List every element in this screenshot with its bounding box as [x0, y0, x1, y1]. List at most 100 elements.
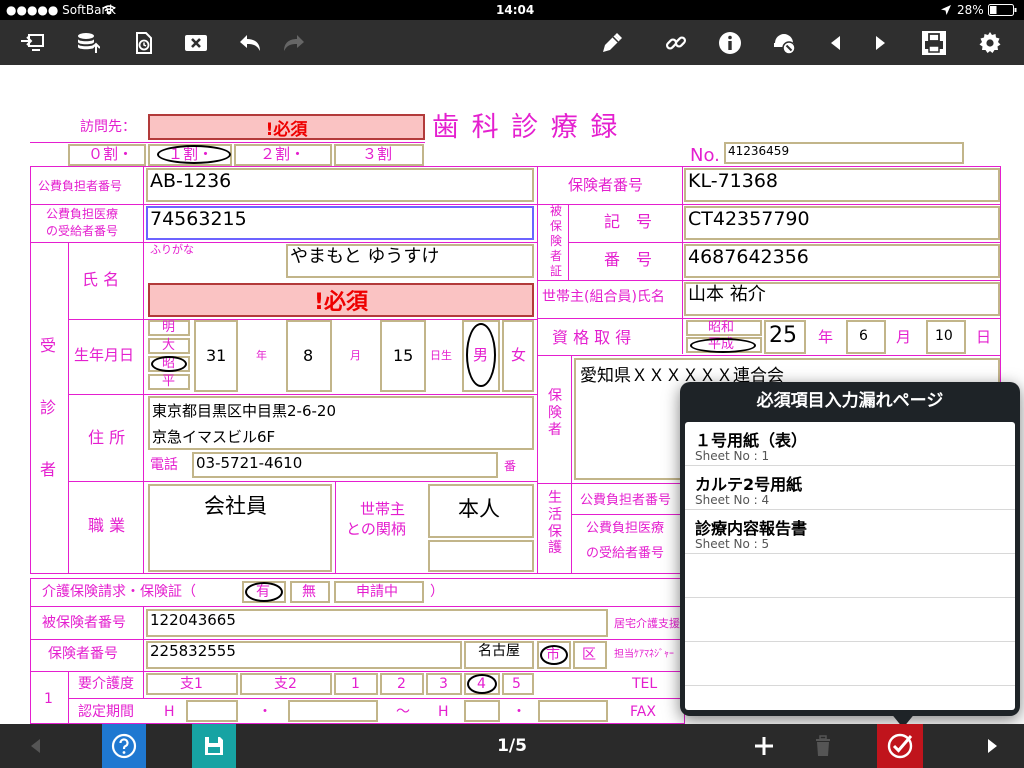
- list-item-title: １号用紙（表）: [695, 431, 808, 450]
- name-field-required[interactable]: !必須: [148, 283, 534, 317]
- visit-field-required[interactable]: !必須: [148, 114, 425, 140]
- previous-icon[interactable]: [816, 20, 856, 65]
- trash-icon: [816, 735, 830, 756]
- pen-icon[interactable]: [592, 20, 632, 65]
- cert-end-year[interactable]: [464, 700, 500, 722]
- ratio-3: ３割: [362, 145, 393, 163]
- status-bar: ●●●●● SoftBank 14:04 28%: [0, 0, 1024, 20]
- row-line: [68, 481, 537, 482]
- qual-era-showa-label: 昭和: [708, 320, 735, 335]
- patient-char-3: 者: [40, 460, 57, 479]
- furigana-label: ふりがな: [150, 243, 194, 256]
- col-line: [68, 242, 69, 574]
- empty-row: [685, 598, 1015, 642]
- address-label: 住 所: [88, 428, 126, 447]
- city-shi-circle: [540, 645, 568, 665]
- database-upload-icon[interactable]: [68, 20, 108, 65]
- row-line: [537, 204, 1001, 205]
- row-line: [30, 242, 537, 243]
- public-recipient-label-1: 公費負担医療: [46, 207, 119, 221]
- import-icon[interactable]: [12, 20, 52, 65]
- year-label: 年: [256, 349, 267, 362]
- cert-start-year[interactable]: [186, 700, 238, 722]
- care-level-2-label: 2: [397, 676, 406, 692]
- cert-h-end: H: [438, 704, 449, 720]
- col-line: [571, 355, 572, 483]
- care-option-no-label: 無: [302, 584, 316, 600]
- care-level-1-label: 1: [351, 676, 360, 692]
- care-yes-circle: [245, 582, 283, 602]
- insurer-no-label: 保険者番号: [568, 176, 644, 194]
- qual-month-label: 月: [896, 328, 912, 346]
- check-required-button[interactable]: [877, 724, 923, 768]
- job-value: 会社員: [204, 494, 267, 518]
- check-icon: [887, 733, 913, 759]
- list-item[interactable]: １号用紙（表） Sheet No : 1: [685, 422, 1015, 466]
- dob-day: 15: [393, 346, 414, 365]
- list-item-subtitle: Sheet No : 4: [695, 493, 770, 507]
- list-item-title: 診療内容報告書: [695, 519, 808, 538]
- era-meiji-label: 明: [162, 320, 176, 335]
- history-icon[interactable]: [124, 20, 164, 65]
- print-icon[interactable]: [914, 20, 954, 65]
- settings-icon[interactable]: [970, 20, 1010, 65]
- info-icon[interactable]: [710, 20, 750, 65]
- cert-dot-1: ・: [258, 704, 272, 720]
- visit-underline: [30, 142, 425, 143]
- cert-start-date[interactable]: [288, 700, 378, 722]
- relation-extra-field[interactable]: [428, 540, 534, 572]
- stamp-icon[interactable]: [764, 20, 804, 65]
- visit-label: 訪問先：: [80, 119, 136, 135]
- no-label: No.: [690, 145, 720, 166]
- bottom-toolbar: 1/5: [0, 724, 1024, 768]
- ratio-1-circle: [157, 145, 231, 164]
- row-number: 1: [44, 691, 53, 707]
- ban-label: 番: [504, 459, 517, 473]
- row-line: [537, 318, 1001, 319]
- welfare-recipient-label-1: 公費負担医療: [586, 521, 665, 536]
- care-close: ）: [430, 584, 444, 600]
- job-label: 職 業: [88, 516, 126, 535]
- care-level-3-label: 3: [439, 676, 448, 692]
- redo-icon[interactable]: [274, 20, 314, 65]
- list-item[interactable]: 診療内容報告書 Sheet No : 5: [685, 510, 1015, 554]
- carrier: ●●●●● SoftBank: [6, 3, 116, 17]
- list-item-subtitle: Sheet No : 5: [695, 537, 770, 551]
- page-indicator: 1/5: [497, 736, 527, 756]
- care-home-label: 居宅介護支援: [614, 617, 680, 630]
- cert-end-date[interactable]: [538, 700, 608, 722]
- label-divider: [143, 166, 144, 574]
- clear-icon[interactable]: [176, 20, 216, 65]
- undo-icon[interactable]: [230, 20, 270, 65]
- phone-value: 03-5721-4610: [196, 454, 303, 472]
- qual-month: 6: [859, 328, 868, 344]
- furigana-value: やまもと ゆうすけ: [290, 246, 440, 267]
- care-level-s2-label: 支2: [274, 676, 297, 692]
- next-icon[interactable]: [860, 20, 900, 65]
- row-line: [537, 355, 1001, 356]
- qual-day-label: 日: [976, 328, 992, 346]
- delete-page-button[interactable]: [808, 724, 838, 768]
- save-button[interactable]: [192, 724, 236, 768]
- page-back-icon[interactable]: [20, 724, 50, 768]
- insured-vertical-label: 被保険者証: [549, 204, 562, 278]
- add-page-button[interactable]: [748, 724, 780, 768]
- city-value: 名古屋: [478, 643, 520, 659]
- city-option-ku-label: 区: [582, 647, 596, 663]
- gender-female-label: 女: [511, 346, 527, 364]
- dob-label: 生年月日: [74, 346, 135, 364]
- dob-year: 31: [206, 346, 227, 365]
- list-item[interactable]: カルテ2号用紙 Sheet No : 4: [685, 466, 1015, 510]
- qual-year-label: 年: [818, 328, 834, 346]
- cert-tilde: ～: [396, 704, 410, 720]
- plus-icon: [755, 737, 773, 755]
- link-icon[interactable]: [656, 20, 696, 65]
- patient-char-2: 診: [40, 398, 57, 417]
- clock: 14:04: [496, 3, 535, 17]
- col-line: [335, 481, 336, 574]
- page-forward-icon[interactable]: [978, 724, 1008, 768]
- row-line: [68, 698, 685, 699]
- welfare-payer-label: 公費負担者番号: [580, 493, 672, 508]
- help-button[interactable]: [102, 724, 146, 768]
- era-heisei-label: 平: [162, 374, 176, 389]
